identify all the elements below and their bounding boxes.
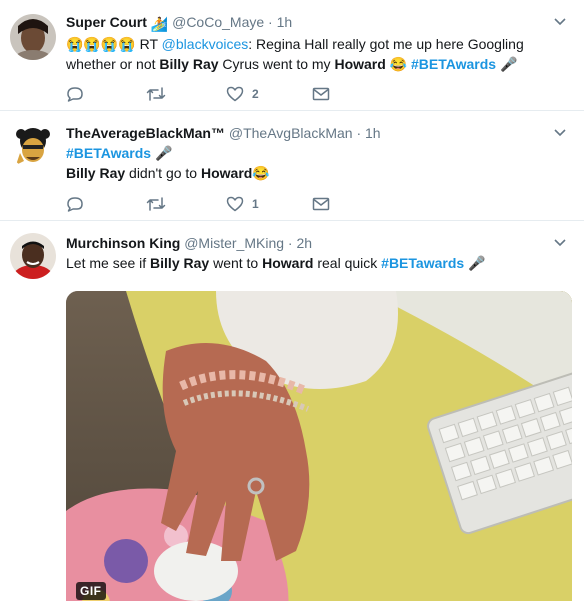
tweet[interactable]: TheAverageBlackMan™ @TheAvgBlackMan · 1h… [0,111,584,221]
heart-icon [226,196,244,212]
envelope-icon [312,87,330,101]
like-count: 2 [252,87,259,101]
text-segment: Let me see if [66,255,151,271]
reply-button[interactable] [66,194,146,214]
timestamp[interactable]: 2h [296,235,312,251]
gif-media[interactable]: GIF [66,291,572,601]
text-segment: 🎤 [151,145,173,161]
avatar[interactable] [10,123,56,169]
mention-link[interactable]: @blackvoices [162,36,249,52]
text-segment: 😂 [252,165,270,181]
retweet-button[interactable] [146,194,226,214]
like-button[interactable]: 1 [226,194,312,214]
direct-message-button[interactable] [312,194,352,214]
chevron-down-icon[interactable] [552,125,568,141]
user-handle[interactable]: @Mister_MKing [184,235,284,251]
highlight-term: Billy Ray [66,165,126,181]
avatar[interactable] [10,14,56,60]
user-handle[interactable]: @CoCo_Maye [172,14,264,30]
reply-button[interactable] [66,84,146,104]
retweet-icon [146,197,166,211]
display-name[interactable]: Super Court [66,14,147,30]
highlight-term: Billy Ray [159,56,219,72]
retweet-button[interactable] [146,84,226,104]
reply-icon [67,197,83,212]
retweet-icon [146,87,166,101]
hashtag-link[interactable]: #BETAwards [411,56,496,72]
like-count: 1 [252,197,259,211]
text-segment: 😭😭😭😭 RT [66,36,162,52]
text-segment: 🎤 [496,56,518,72]
direct-message-button[interactable] [312,84,352,104]
gif-badge: GIF [76,582,106,600]
user-handle[interactable]: @TheAvgBlackMan [229,125,353,141]
heart-icon [226,86,244,102]
text-segment: real quick [313,255,382,271]
text-segment: 😂 [385,56,412,72]
highlight-term: Howard [200,165,253,181]
reply-icon [67,87,83,102]
chevron-down-icon[interactable] [552,14,568,30]
avatar[interactable] [10,233,56,279]
display-name[interactable]: Murchinson King [66,235,180,251]
separator-dot: · [287,235,293,251]
separator-dot: · [356,125,362,141]
highlight-term: Billy Ray [150,255,210,271]
text-segment: Cyrus went to my [218,56,335,72]
hashtag-link[interactable]: #BETawards [381,255,464,271]
envelope-icon [312,197,330,211]
tweet-actions: 2 [66,84,352,104]
tweet-text: Let me see if Billy Ray went to Howard r… [66,253,544,273]
tweet-text: 😭😭😭😭 RT @blackvoices: Regina Hall really… [66,34,544,74]
chevron-down-icon[interactable] [552,235,568,251]
gif-frame-illustration [66,291,572,601]
timestamp[interactable]: 1h [365,125,381,141]
timestamp[interactable]: 1h [277,14,293,30]
tweet[interactable]: Super Court 🏄 @CoCo_Maye · 1h 😭😭😭😭 RT @b… [0,0,584,111]
surfer-emoji: 🏄 [150,16,169,32]
highlight-term: Howard [262,255,314,271]
separator-dot: · [268,14,273,30]
tweet-text: #BETAwards 🎤 Billy Ray didn't go to Howa… [66,143,544,183]
text-segment: 🎤 [464,255,486,271]
display-name[interactable]: TheAverageBlackMan™ [66,125,225,141]
tweet[interactable]: Murchinson King @Mister_MKing · 2h Let m… [0,221,584,601]
hashtag-link[interactable]: #BETAwards [66,145,151,161]
tweet-actions: 1 [66,194,352,214]
text-segment: didn't go to [125,165,201,181]
highlight-term: Howard [334,56,386,72]
text-segment: went to [209,255,263,271]
like-button[interactable]: 2 [226,84,312,104]
